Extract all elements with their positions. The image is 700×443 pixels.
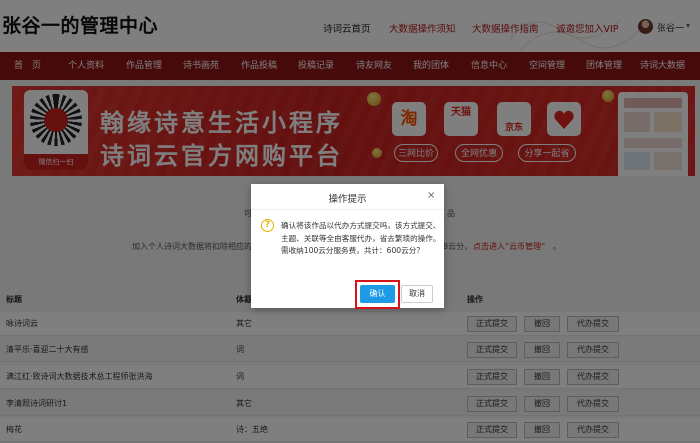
dialog-header: 操作提示 × bbox=[251, 184, 444, 210]
question-icon: ? bbox=[261, 219, 274, 232]
close-icon[interactable]: × bbox=[427, 190, 435, 201]
dialog-title: 操作提示 bbox=[328, 194, 367, 205]
cancel-button[interactable]: 取消 bbox=[401, 285, 433, 303]
confirm-button[interactable]: 确认 bbox=[360, 285, 395, 303]
dialog-message: 确认将该作品以代办方式提交吗，该方式提交、主题、关联等全由客服代办，省去繁琐的操… bbox=[281, 221, 441, 255]
